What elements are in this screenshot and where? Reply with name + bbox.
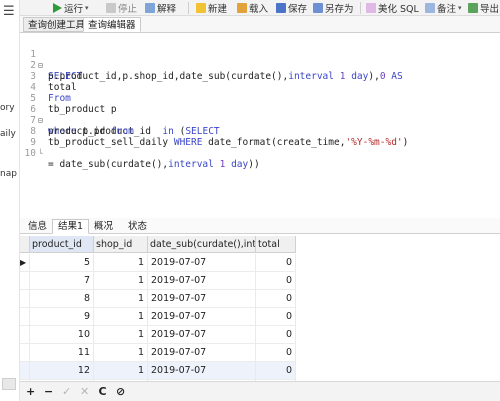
- tab-query-editor[interactable]: 查询编辑器: [83, 17, 141, 32]
- column-header-shop-id[interactable]: shop_id: [94, 236, 148, 253]
- table-row[interactable]: 10 1 2019-07-07 0: [20, 326, 296, 344]
- new-file-icon: [196, 3, 206, 13]
- comment-button[interactable]: 备注 ▾: [425, 1, 462, 15]
- explain-icon: [145, 3, 155, 13]
- comment-icon: [425, 3, 435, 13]
- table-row[interactable]: 12 1 2019-07-07 0: [20, 362, 296, 380]
- code-line: 8 tb_product_sell_daily WHERE date_forma…: [30, 126, 409, 148]
- row-pointer-icon: ▶: [20, 254, 30, 272]
- code-line: 7 product_id from: [30, 115, 134, 137]
- table-row[interactable]: 7 1 2019-07-07 0: [20, 272, 296, 290]
- save-as-button[interactable]: 另存为: [313, 1, 354, 15]
- delete-record-button[interactable]: −: [44, 385, 53, 398]
- query-tab-bar: 查询创建工具 查询编辑器: [20, 16, 500, 33]
- navigation-pane: ☰ ory aily nap: [0, 0, 20, 401]
- column-header-total[interactable]: total: [256, 236, 296, 253]
- code-line: 1 ⊟ SELECT: [30, 49, 83, 82]
- magic-wand-icon: [366, 3, 376, 13]
- code-line: 4 From: [30, 82, 71, 104]
- table-row[interactable]: 8 1 2019-07-07 0: [20, 290, 296, 308]
- code-line: 5 tb_product p: [30, 93, 117, 115]
- discard-changes-button[interactable]: ✕: [80, 385, 89, 398]
- stop-icon: [106, 3, 116, 13]
- save-button[interactable]: 保存: [276, 1, 307, 15]
- run-button[interactable]: 运行 ▾: [52, 1, 89, 15]
- explain-button[interactable]: 解释: [145, 1, 176, 15]
- code-line: 2 p.product_id,p.shop_id,date_sub(curdat…: [30, 60, 403, 82]
- nav-item-fragment[interactable]: ory: [0, 103, 15, 113]
- tab-result-1[interactable]: 结果1: [52, 219, 90, 234]
- sql-editor[interactable]: 1 ⊟ SELECT 2 p.product_id,p.shop_id,date…: [20, 34, 500, 214]
- column-header-product-id[interactable]: product_id: [30, 236, 94, 253]
- code-line: 3 total: [30, 71, 77, 93]
- save-icon: [276, 3, 286, 13]
- play-icon: [53, 3, 62, 13]
- stop-button[interactable]: 停止: [106, 1, 137, 15]
- folder-icon: [237, 3, 247, 13]
- export-button[interactable]: 导出: [468, 1, 499, 15]
- scroll-handle[interactable]: [2, 378, 16, 390]
- column-header-date[interactable]: date_sub(curdate(),interval 1 day): [148, 236, 256, 253]
- chevron-down-icon: ▾: [85, 4, 89, 12]
- tab-profile[interactable]: 概况: [88, 219, 119, 234]
- nav-item-fragment[interactable]: aily: [0, 129, 16, 139]
- tab-query-builder[interactable]: 查询创建工具: [23, 17, 91, 32]
- refresh-button[interactable]: C: [98, 385, 107, 398]
- code-line: 9 └ = date_sub(curdate(),interval 1 day)…: [30, 137, 260, 170]
- query-toolbar: 运行 ▾ 停止 解释 新建 载入 保存 另存为 美化 SQL 备注 ▾ 导出: [20, 0, 500, 16]
- beautify-sql-button[interactable]: 美化 SQL: [366, 1, 419, 15]
- toolbar-divider: [188, 2, 189, 14]
- code-line: 6 ⊟ where p.product_id in (SELECT: [30, 104, 220, 137]
- result-tab-bar: 信息 结果1 概况 状态: [20, 218, 500, 234]
- code-line: 10: [24, 148, 36, 159]
- save-as-icon: [313, 3, 323, 13]
- toolbar-divider: [360, 2, 361, 14]
- stop-query-button[interactable]: ⊘: [116, 385, 125, 398]
- tab-status[interactable]: 状态: [122, 219, 153, 234]
- tab-info[interactable]: 信息: [22, 219, 53, 234]
- table-row[interactable]: 9 1 2019-07-07 0: [20, 308, 296, 326]
- menu-icon[interactable]: ☰: [3, 4, 15, 19]
- grid-action-bar: + − ✓ ✕ C ⊘: [20, 381, 500, 401]
- add-record-button[interactable]: +: [26, 385, 35, 398]
- table-row[interactable]: ▶ 5 1 2019-07-07 0: [20, 254, 296, 272]
- table-row[interactable]: 11 1 2019-07-07 0: [20, 344, 296, 362]
- result-grid[interactable]: product_id shop_id date_sub(curdate(),in…: [20, 236, 500, 381]
- export-icon: [468, 3, 478, 13]
- chevron-down-icon: ▾: [458, 4, 462, 12]
- nav-item-fragment[interactable]: nap: [0, 169, 17, 179]
- load-button[interactable]: 载入: [237, 1, 268, 15]
- new-button[interactable]: 新建: [196, 1, 227, 15]
- apply-changes-button[interactable]: ✓: [62, 385, 71, 398]
- grid-header: product_id shop_id date_sub(curdate(),in…: [20, 236, 296, 253]
